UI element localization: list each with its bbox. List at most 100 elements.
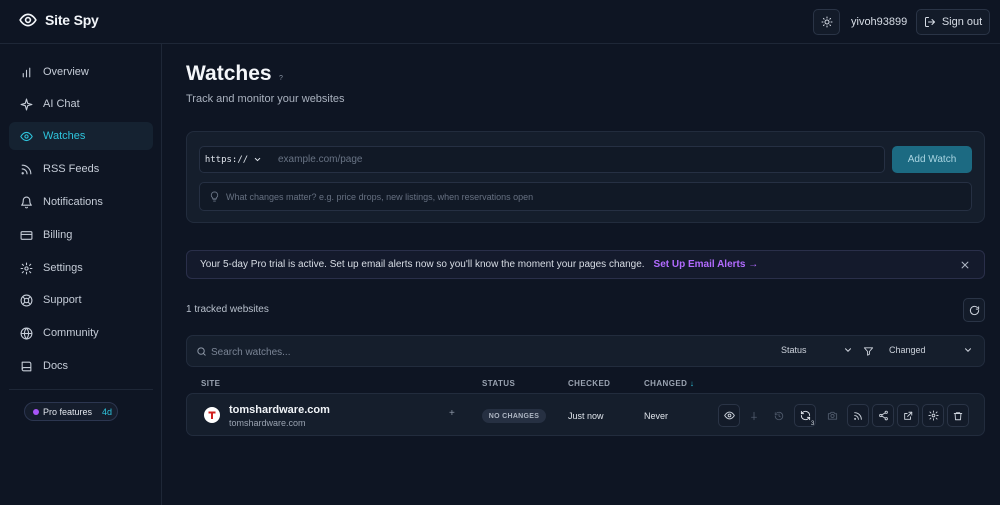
site-favicon [204,407,220,423]
username[interactable]: yivoh93899 [851,16,907,28]
sidebar-item-community[interactable]: Community [9,319,153,347]
rss-icon [853,411,863,421]
sidebar-item-label: RSS Feeds [43,163,100,175]
sidebar-item-notifications[interactable]: Notifications [9,188,153,216]
sidebar-item-billing[interactable]: Billing [9,221,153,249]
banner-text: Your 5-day Pro trial is active. Set up e… [200,259,645,270]
eye-icon [20,130,33,143]
status-filter-select[interactable]: Status [781,345,853,355]
sidebar-item-support[interactable]: Support [9,286,153,314]
email-alerts-link[interactable]: Set Up Email Alerts → [654,259,759,270]
refresh-icon [969,305,980,316]
pro-dot-icon [33,408,39,415]
recheck-button[interactable]: 3 [794,404,816,427]
rss-icon [20,163,33,176]
external-link-icon [903,411,913,421]
last-checked: Just now [568,411,604,421]
book-icon [20,360,33,373]
bar-chart-icon [20,66,33,79]
refresh-button[interactable] [963,298,985,322]
search-input[interactable] [211,342,511,362]
sidebar-item-rss-feeds[interactable]: RSS Feeds [9,155,153,183]
sun-icon [821,16,833,28]
sign-out-button[interactable]: Sign out [916,9,990,35]
share-icon [878,410,889,421]
help-marker[interactable]: ? [279,75,283,82]
column-header-status[interactable]: STATUS [482,379,515,388]
top-bar: Site Spy yivoh93899 Sign out [0,0,1000,44]
add-tag-button[interactable]: + [449,408,455,419]
chevron-down-icon [963,345,973,355]
column-header-site[interactable]: SITE [201,379,220,388]
sort-value: Changed [889,345,926,355]
table-row[interactable]: tomshardware.com tomshardware.com + NO C… [186,393,985,436]
pro-features-badge[interactable]: Pro features 4d [24,402,118,421]
sidebar-item-label: Settings [43,262,83,274]
column-header-checked[interactable]: CHECKED [568,379,610,388]
tracked-count: 1 tracked websites [186,304,269,315]
open-external-button[interactable] [897,404,919,427]
changes-input[interactable] [226,183,971,210]
site-name[interactable]: tomshardware.com [229,404,330,416]
camera-icon [827,410,838,421]
eye-icon [723,410,735,421]
app-name: Site Spy [45,12,99,28]
chevron-down-icon [253,155,262,164]
share-button[interactable] [872,404,894,427]
changed-header-label: CHANGED [644,379,688,388]
close-icon[interactable] [960,260,970,270]
sidebar-item-label: Overview [43,66,89,78]
changes-field[interactable] [199,182,972,211]
sidebar-item-label: Notifications [43,196,103,208]
history-button[interactable] [768,404,790,427]
credit-card-icon [20,229,33,242]
add-watch-button[interactable]: Add Watch [892,146,972,173]
sort-select[interactable]: Changed [889,345,973,355]
watch-settings-button[interactable] [922,404,944,427]
chevron-down-icon [843,345,853,355]
sidebar-item-settings[interactable]: Settings [9,254,153,282]
sidebar-item-label: Billing [43,229,73,241]
view-button[interactable] [718,404,740,427]
sidebar-item-overview[interactable]: Overview [9,58,153,86]
screenshot-button[interactable] [821,404,843,427]
history-icon [774,411,784,421]
page-subtitle: Track and monitor your websites [186,93,345,105]
pin-icon [749,411,759,421]
gear-icon [20,262,33,275]
status-badge: NO CHANGES [482,409,546,423]
sidebar-item-docs[interactable]: Docs [9,352,153,380]
sidebar-item-ai-chat[interactable]: AI Chat [9,90,153,118]
bell-icon [20,196,33,209]
sparkle-icon [20,98,33,111]
pro-trial-banner: Your 5-day Pro trial is active. Set up e… [186,250,985,279]
last-changed: Never [644,411,669,421]
pro-days-remaining: 4d [102,406,113,417]
search-icon [196,346,207,357]
pause-button[interactable] [743,404,765,427]
sign-out-label: Sign out [941,16,983,28]
sidebar-item-label: Docs [43,360,69,372]
url-input[interactable] [267,146,885,173]
rss-feed-button[interactable] [847,404,869,427]
trash-icon [953,411,963,421]
search-filter-bar: Status Changed [186,335,985,367]
brand-logo[interactable]: Site Spy [19,11,99,29]
globe-icon [20,327,33,340]
sync-icon [800,410,811,421]
gear-icon [927,410,939,421]
eye-logo-icon [19,11,37,29]
sidebar-item-label: Watches [43,130,86,142]
log-out-icon [924,16,936,28]
sidebar-item-label: Community [43,327,99,339]
theme-toggle-button[interactable] [813,9,840,35]
status-filter-value: Status [781,345,807,355]
pro-features-label: Pro features [43,406,93,417]
sidebar-item-watches[interactable]: Watches [9,122,153,150]
column-header-changed[interactable]: CHANGED ↓ [644,379,694,388]
sidebar-item-label: Support [43,294,82,306]
lifebuoy-icon [20,294,33,307]
protocol-select[interactable]: https:// [199,146,268,173]
delete-button[interactable] [947,404,969,427]
lightbulb-icon [209,191,220,202]
